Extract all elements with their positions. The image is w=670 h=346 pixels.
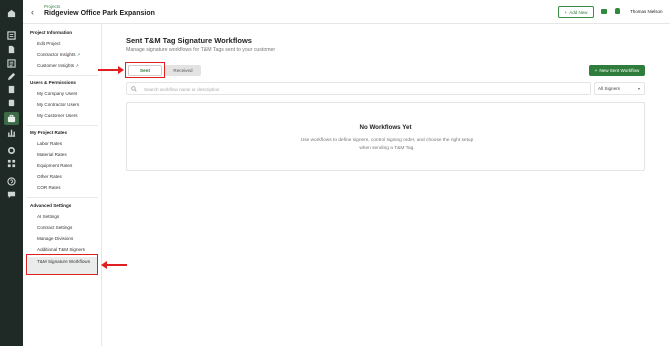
user-name[interactable]: Thomas Nielson [630,9,663,14]
section-title-advanced-settings: Advanced Settings [30,203,72,208]
bell-icon[interactable] [615,8,620,14]
nav-rail [0,0,23,346]
section-title-my-project-rates: My Project Rates [30,130,68,135]
plus-icon: + [564,9,568,15]
list-icon[interactable] [6,30,17,41]
annotation-highlight-sidebar-item [26,254,98,275]
empty-state-text: Use workflows to define signers, control… [300,138,474,151]
sidebar-item-my-contractor-users[interactable]: My Contractor Users [37,102,79,107]
sidebar-item-contractor-insights[interactable]: Contractor Insights ↗ [37,52,80,57]
sidebar-item-my-company-users[interactable]: My Company Users [37,91,77,96]
sidebar-item-material-rates[interactable]: Material Rates [37,152,67,157]
chat-icon[interactable] [6,189,17,200]
search-icon [131,86,137,92]
external-link-icon: ↗ [75,63,79,68]
tab-received[interactable]: Received [165,65,201,76]
breadcrumb[interactable]: Projects [44,4,60,9]
add-new-button[interactable]: + Add New [558,6,594,18]
signers-filter-select[interactable]: All Signers ▾ [594,82,645,95]
receipt-icon[interactable] [6,97,17,108]
section-title: Sent T&M Tag Signature Workflows [126,36,252,45]
section-subtitle: Manage signature workflows for T&M Tags … [126,47,276,53]
sidebar-item-other-rates[interactable]: Other Rates [37,174,62,179]
chart-icon[interactable] [6,127,17,138]
list-icon[interactable] [6,58,17,69]
sidebar-item-my-customer-users[interactable]: My Customer Users [37,113,78,118]
section-title-users-permissions: Users & Permissions [30,80,76,85]
plus-icon: + [594,68,598,73]
divider [27,75,98,76]
back-arrow-icon[interactable]: ‹ [31,7,34,17]
annotation-arrow-sent [98,69,119,71]
pencil-icon[interactable] [6,71,17,82]
search-input[interactable] [144,84,564,94]
divider [27,125,98,126]
search-box [126,82,591,95]
external-link-icon: ↗ [76,52,81,57]
sidebar-item-labor-rates[interactable]: Labor Rates [37,141,62,146]
gear-icon[interactable] [6,145,17,156]
mail-icon[interactable] [601,9,607,14]
page-title: Ridgeview Office Park Expansion [44,10,155,17]
document-icon[interactable] [6,44,17,55]
sidebar-item-contract-settings[interactable]: Contract Settings [37,225,72,230]
annotation-highlight-sent-tab [125,62,165,78]
briefcase-icon[interactable] [4,112,19,125]
sidebar-item-additional-tm-signers[interactable]: Additional T&M Signers [37,247,85,252]
top-header: ‹ Projects Ridgeview Office Park Expansi… [23,0,670,24]
chevron-down-icon: ▾ [637,86,640,91]
sidebar-item-equipment-rates[interactable]: Equipment Rates [37,163,72,168]
sidebar-item-ai-settings[interactable]: AI Settings [37,214,59,219]
divider [27,197,98,198]
help-icon[interactable] [6,176,17,187]
clipboard-icon[interactable] [6,84,17,95]
sidebar-item-customer-insights[interactable]: Customer Insights ↗ [37,63,79,68]
settings-sidebar: Project Information Edit Project Contrac… [23,24,102,346]
new-sent-workflow-button[interactable]: + New Sent Workflow [589,65,645,76]
section-title-project-information: Project Information [30,30,73,35]
annotation-arrow-sidebar [106,264,127,266]
sidebar-item-cor-rates[interactable]: COR Rates [37,185,61,190]
grid-icon[interactable] [6,158,17,169]
annotation-arrowhead-icon [118,66,124,74]
sidebar-item-manage-divisions[interactable]: Manage Divisions [37,236,73,241]
empty-state-card: No Workflows Yet Use workflows to define… [126,102,645,171]
dashboard-icon[interactable] [6,8,17,19]
empty-state-title: No Workflows Yet [359,124,412,131]
sidebar-item-edit-project[interactable]: Edit Project [37,41,61,46]
